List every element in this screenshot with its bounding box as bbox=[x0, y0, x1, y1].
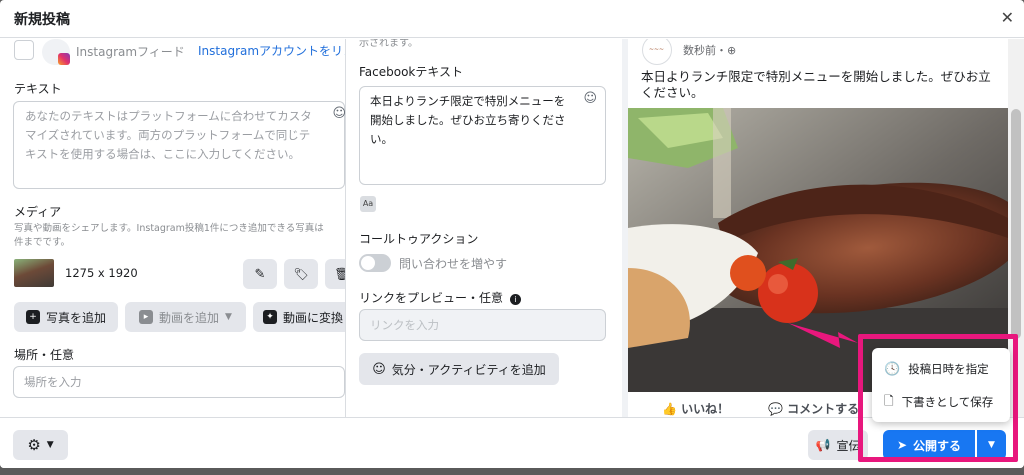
close-icon[interactable]: ✕ bbox=[1001, 8, 1014, 27]
convert-to-video-button[interactable]: ✦ 動画に変換 bbox=[253, 302, 345, 332]
pencil-icon: ✎ bbox=[254, 266, 266, 282]
post-timestamp: 数秒前・⊕ bbox=[683, 42, 736, 58]
emoji-icon[interactable]: ☺ bbox=[332, 106, 345, 121]
trash-icon: 🗑 bbox=[334, 267, 345, 281]
facebook-text-title: Facebookテキスト bbox=[359, 65, 464, 79]
dialog-title: 新規投稿 bbox=[14, 12, 70, 28]
location-placeholder: 場所を入力 bbox=[24, 375, 82, 389]
caret-down-icon: ▼ bbox=[46, 440, 54, 450]
convert-video-label: 動画に変換 bbox=[283, 310, 344, 325]
emoji-icon[interactable]: ☺ bbox=[583, 91, 597, 106]
top-fragment-text: 示されます。 bbox=[359, 39, 418, 49]
info-icon[interactable]: i bbox=[509, 294, 521, 305]
clock-icon: 🕓 bbox=[884, 361, 901, 377]
like-action[interactable]: 👍 いいね！ bbox=[662, 400, 729, 417]
instagram-feed-label: Instagramフィード bbox=[76, 45, 185, 59]
megaphone-icon: 📢 bbox=[815, 438, 831, 452]
media-thumbnail[interactable] bbox=[14, 259, 54, 287]
boost-label: 宣伝 bbox=[836, 438, 861, 453]
post-text-line2: ください。 bbox=[641, 85, 704, 100]
add-photo-icon: + bbox=[25, 310, 40, 324]
page-avatar: ~~~ bbox=[642, 39, 672, 65]
timestamp-text: 数秒前・ bbox=[683, 44, 727, 57]
settings-button[interactable]: ⚙ ▼ bbox=[13, 430, 68, 460]
link-input[interactable]: リンクを入力 bbox=[359, 309, 606, 341]
media-description-line2: 件までです。 bbox=[14, 237, 71, 248]
media-section-title: メディア bbox=[14, 205, 62, 219]
left-panel: Instagramフィード Instagramアカウントをリン テキスト あなた… bbox=[0, 39, 345, 417]
instagram-avatar bbox=[42, 39, 70, 65]
location-section-title: 場所・任意 bbox=[14, 348, 75, 362]
page-logo-icon: ~~~ bbox=[649, 46, 665, 53]
like-label: いいね！ bbox=[681, 402, 730, 416]
location-input[interactable]: 場所を入力 bbox=[13, 366, 345, 398]
text-format-icon[interactable]: Aa bbox=[360, 196, 376, 212]
schedule-label: 投稿日時を指定 bbox=[908, 362, 989, 376]
comment-icon: 💬 bbox=[768, 402, 788, 416]
video-icon: ▸ bbox=[139, 310, 154, 324]
comment-label: コメントする bbox=[787, 402, 860, 416]
gear-icon: ⚙ bbox=[27, 436, 41, 454]
link-preview-label: リンクをプレビュー・任意 bbox=[359, 291, 504, 305]
add-feeling-label: 気分・アクティビティを追加 bbox=[391, 362, 546, 377]
facebook-text-line2: 開始しました。ぜひお立ち寄りくださ bbox=[370, 113, 566, 127]
add-video-button[interactable]: ▸ 動画を追加 ▼ bbox=[125, 302, 246, 332]
delete-media-button[interactable]: 🗑 bbox=[325, 259, 345, 289]
toggle-knob bbox=[361, 256, 375, 270]
tag-media-button[interactable]: 🏷 bbox=[284, 259, 318, 289]
add-photo-button[interactable]: + 写真を追加 bbox=[14, 302, 118, 332]
globe-icon: ⊕ bbox=[727, 44, 737, 57]
add-video-label: 動画を追加 bbox=[159, 310, 220, 325]
text-input[interactable]: あなたのテキストはプラットフォームに合わせてカスタ マイズされています。両方のプ… bbox=[13, 101, 345, 189]
scrollbar-thumb[interactable] bbox=[1011, 109, 1021, 339]
dialog-header: 新規投稿 ✕ bbox=[0, 0, 1024, 38]
text-section-title: テキスト bbox=[14, 82, 62, 96]
cta-toggle[interactable] bbox=[359, 254, 391, 272]
cta-title: コールトゥアクション bbox=[359, 232, 479, 246]
instagram-feed-checkbox[interactable] bbox=[14, 40, 34, 60]
add-photo-label: 写真を追加 bbox=[45, 310, 106, 325]
convert-video-icon: ✦ bbox=[263, 310, 277, 324]
facebook-text-line1: 本日よりランチ限定で特別メニューを bbox=[370, 94, 566, 108]
instagram-icon bbox=[58, 53, 70, 65]
link-placeholder: リンクを入力 bbox=[370, 318, 439, 332]
comment-action[interactable]: 💬 コメントする bbox=[768, 400, 859, 417]
text-placeholder-line1: あなたのテキストはプラットフォームに合わせてカスタ bbox=[25, 109, 312, 123]
media-size: 1275 x 1920 bbox=[65, 266, 138, 280]
menu-item-schedule[interactable]: 🕓 投稿日時を指定 bbox=[872, 352, 1010, 386]
middle-panel: 示されます。 Facebookテキスト 本日よりランチ限定で特別メニューを 開始… bbox=[345, 39, 622, 417]
document-icon: 🗋 bbox=[884, 393, 894, 408]
menu-item-save-draft[interactable]: 🗋 下書きとして保存 bbox=[872, 385, 1010, 419]
text-placeholder-line2: マイズされています。両方のプラットフォームで同じテ bbox=[25, 128, 311, 142]
caret-down-icon: ▼ bbox=[225, 312, 232, 322]
thumbs-up-icon: 👍 bbox=[662, 402, 682, 416]
tag-icon: 🏷 bbox=[293, 267, 309, 281]
save-draft-label: 下書きとして保存 bbox=[901, 395, 994, 409]
add-feeling-button[interactable]: ☺ 気分・アクティビティを追加 bbox=[359, 353, 559, 385]
smile-icon: ☺ bbox=[372, 361, 386, 377]
publish-options-menu: 🕓 投稿日時を指定 🗋 下書きとして保存 bbox=[872, 348, 1010, 422]
media-description-line1: 写真や動画をシェアします。Instagram投稿1件につき追加できる写真は bbox=[14, 223, 324, 234]
cta-toggle-label: 問い合わせを増やす bbox=[399, 257, 508, 271]
facebook-text-input[interactable]: 本日よりランチ限定で特別メニューを 開始しました。ぜひお立ち寄りくださ い。 ☺ bbox=[359, 86, 606, 185]
facebook-text-line3: い。 bbox=[370, 132, 393, 146]
edit-media-button[interactable]: ✎ bbox=[243, 259, 277, 289]
text-placeholder-line3: キストを使用する場合は、ここに入力してください。 bbox=[25, 147, 300, 161]
link-preview-title: リンクをプレビュー・任意 i bbox=[359, 289, 521, 306]
instagram-connect-link[interactable]: Instagramアカウントをリン bbox=[198, 42, 345, 59]
